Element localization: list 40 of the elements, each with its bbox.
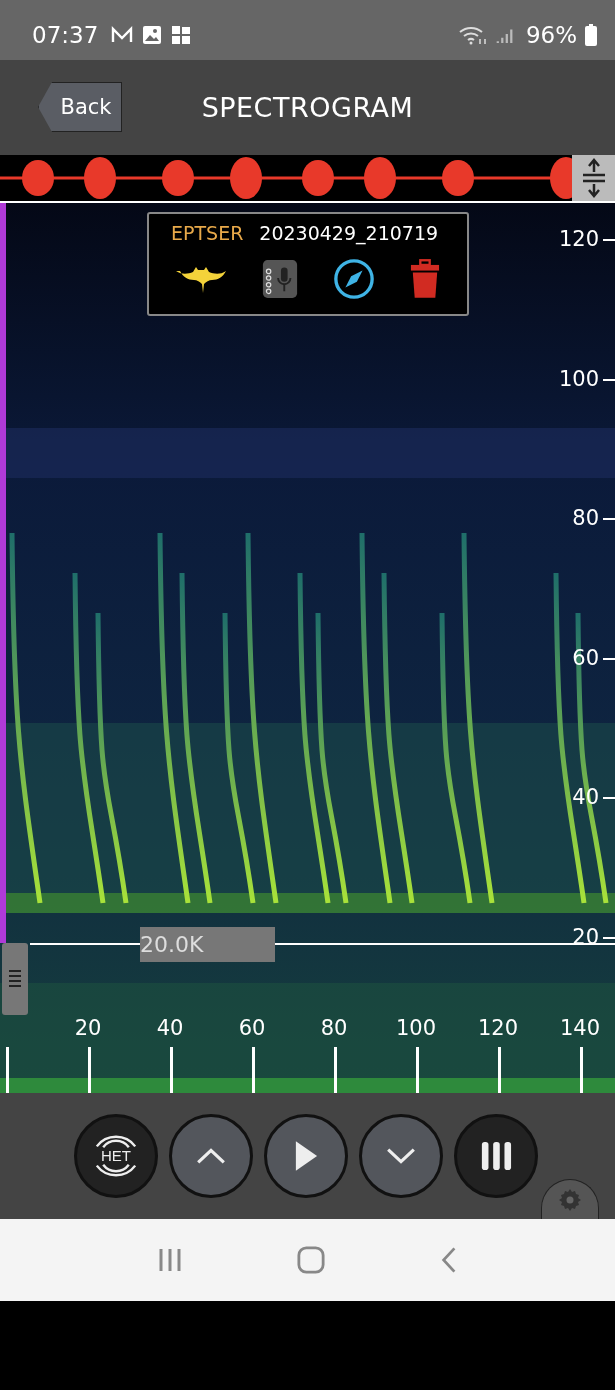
time-label: 80 (320, 1016, 348, 1040)
compass-icon[interactable] (333, 258, 376, 300)
frequency-label: 100 (558, 366, 599, 391)
image-icon (142, 25, 163, 45)
three-bars-icon (480, 1140, 512, 1172)
frequency-label: 40 (572, 785, 599, 810)
battery-icon (585, 24, 597, 46)
battery-percent: 96% (525, 22, 577, 48)
time-label: 60 (238, 1016, 266, 1040)
grip-icon (9, 968, 21, 990)
play-icon (294, 1139, 318, 1173)
back-button[interactable]: Back (38, 82, 122, 132)
home-icon[interactable] (297, 1246, 326, 1274)
chevron-down-icon (385, 1146, 417, 1166)
grid-icon (170, 24, 193, 46)
notebook-microphone-icon[interactable] (260, 259, 299, 299)
settings-button[interactable] (541, 1179, 599, 1219)
status-time: 07:37 (32, 22, 99, 48)
wifi-icon (457, 25, 488, 45)
mail-icon (110, 25, 135, 45)
side-handle[interactable] (2, 943, 28, 1015)
recent-apps-icon[interactable] (157, 1247, 184, 1273)
time-label: 100 (395, 1016, 437, 1040)
settings-icon (558, 1188, 582, 1212)
trash-icon[interactable] (409, 259, 440, 299)
het-button[interactable]: HET (74, 1114, 158, 1198)
frequency-label: 60 (572, 645, 599, 670)
back-icon[interactable] (439, 1246, 458, 1274)
time-label: 120 (477, 1016, 519, 1040)
chevron-up-icon (195, 1146, 227, 1166)
species-code: EPTSER (171, 222, 244, 244)
threshold-label: 20.0K (140, 927, 275, 962)
time-label: 40 (156, 1016, 184, 1040)
screen-title: SPECTROGRAM (201, 92, 414, 123)
time-label: 140 (559, 1016, 601, 1040)
recording-name: 20230429_210719 (259, 222, 439, 244)
frequency-label: 120 (558, 227, 599, 251)
time-label: 20 (74, 1016, 102, 1040)
frequency-label: 80 (572, 506, 599, 531)
resize-handle[interactable] (572, 155, 615, 201)
